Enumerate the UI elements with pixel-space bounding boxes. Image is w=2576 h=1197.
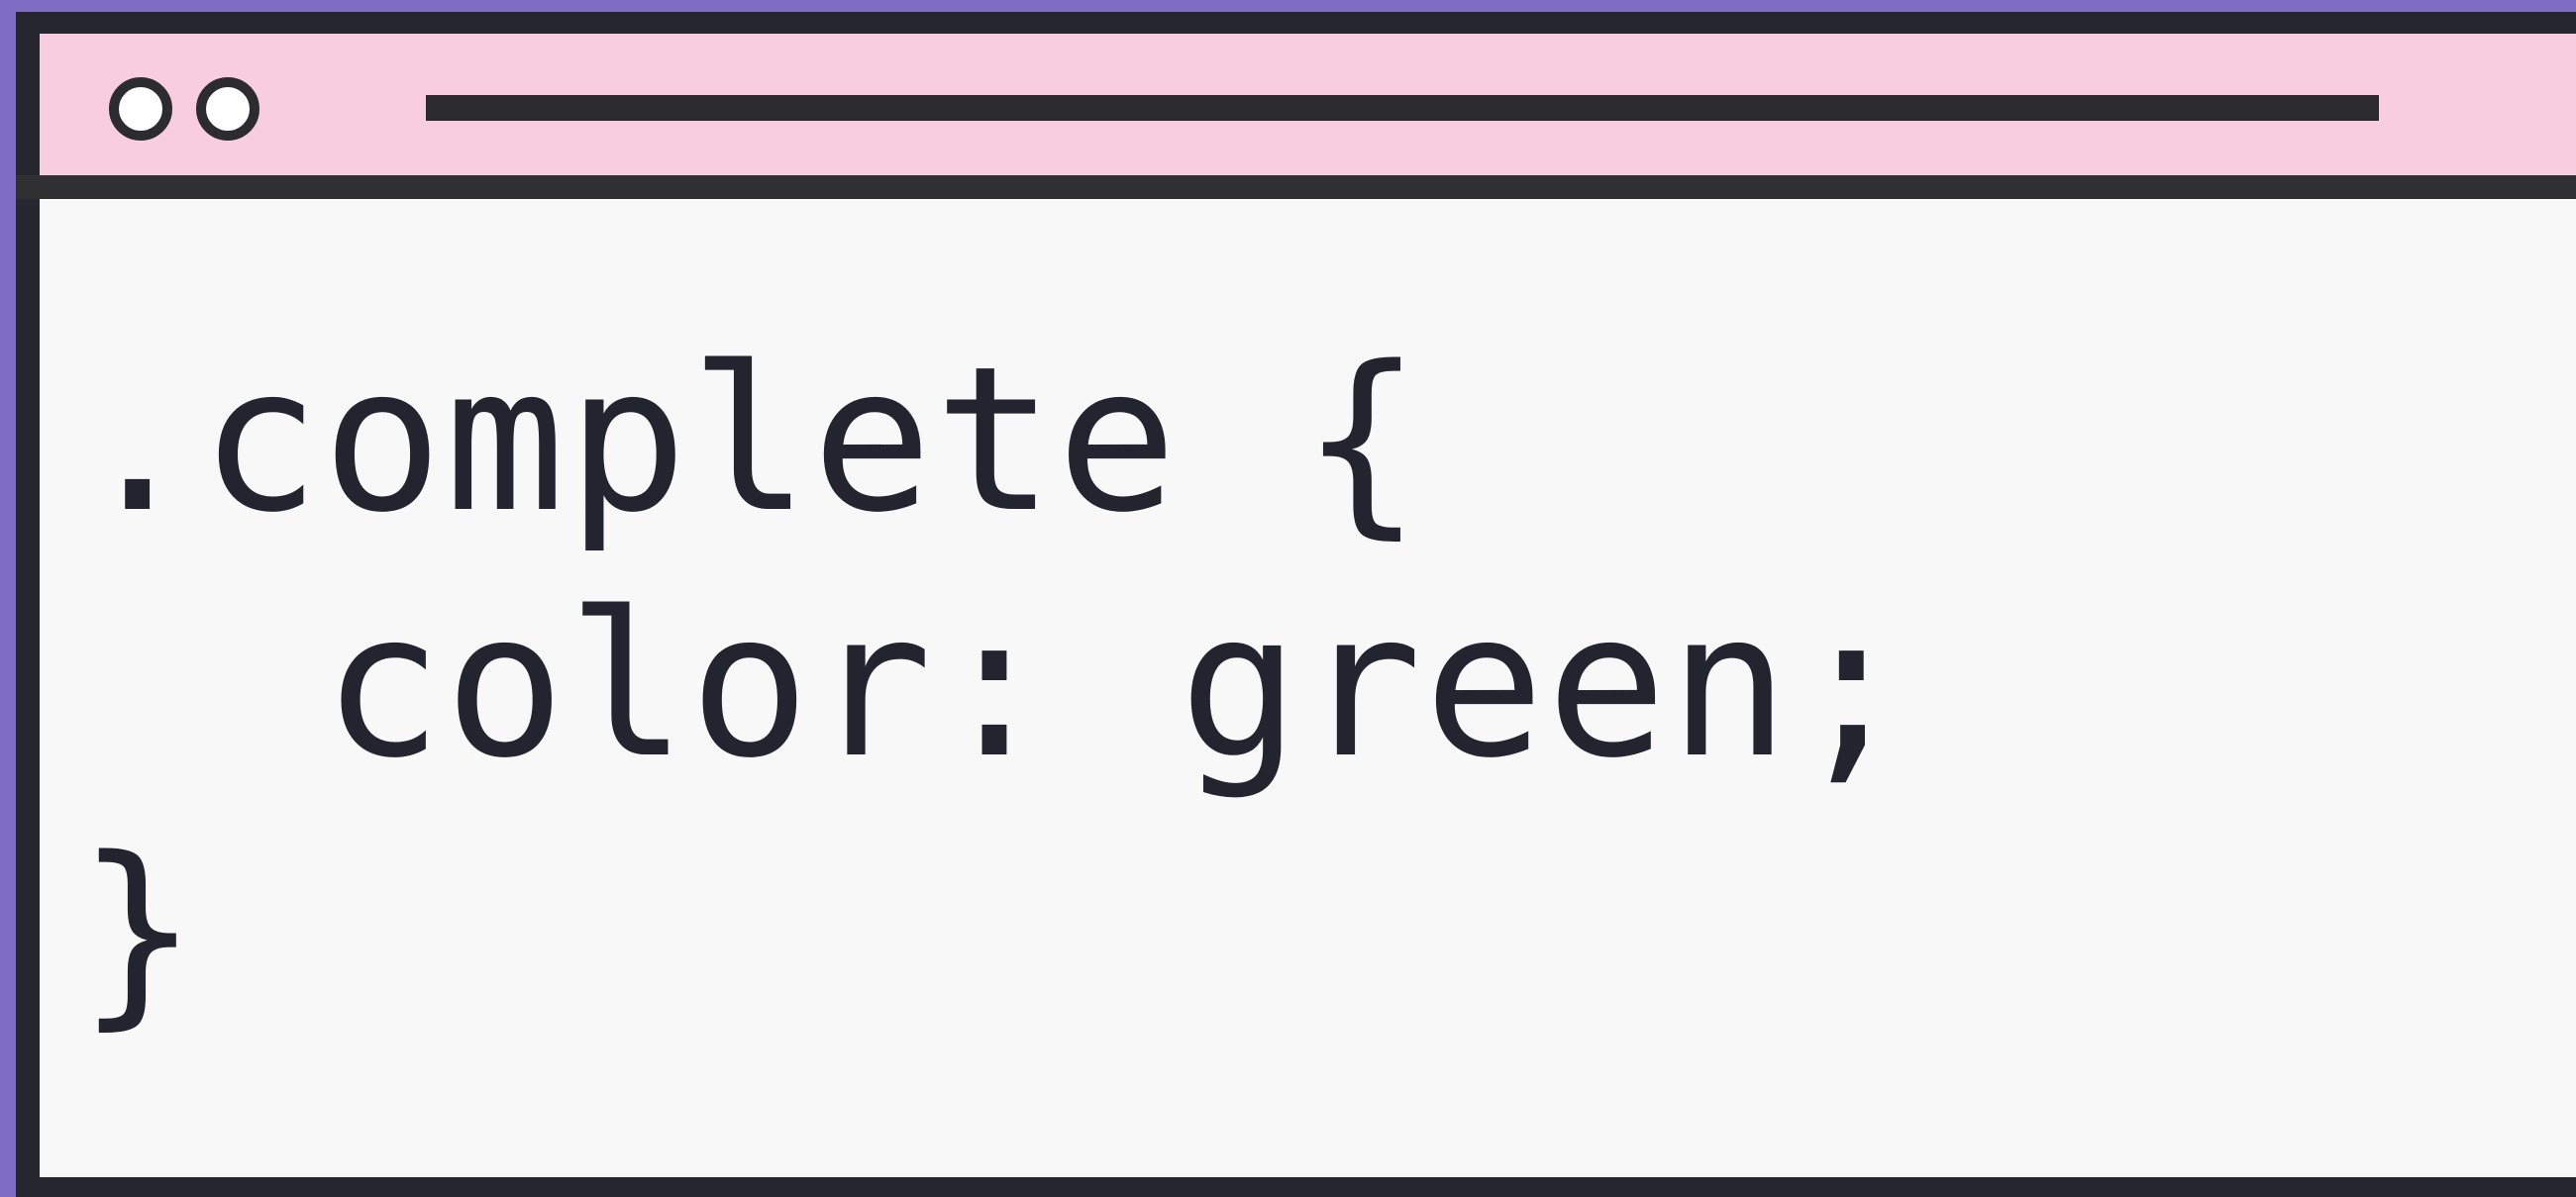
window-control-dot-icon[interactable] xyxy=(109,77,172,141)
code-window-screen: .complete { color: green;} xyxy=(0,0,2576,1197)
titlebar-divider xyxy=(16,175,2576,199)
code-line-closing-brace: } xyxy=(77,814,200,1047)
code-line-selector: .complete { xyxy=(77,323,1424,556)
window-control-dot-icon[interactable] xyxy=(196,77,259,141)
address-bar[interactable] xyxy=(426,95,2379,121)
css-code-block: .complete { color: green;} xyxy=(77,317,1913,1053)
code-line-property: color: green; xyxy=(77,568,1914,802)
